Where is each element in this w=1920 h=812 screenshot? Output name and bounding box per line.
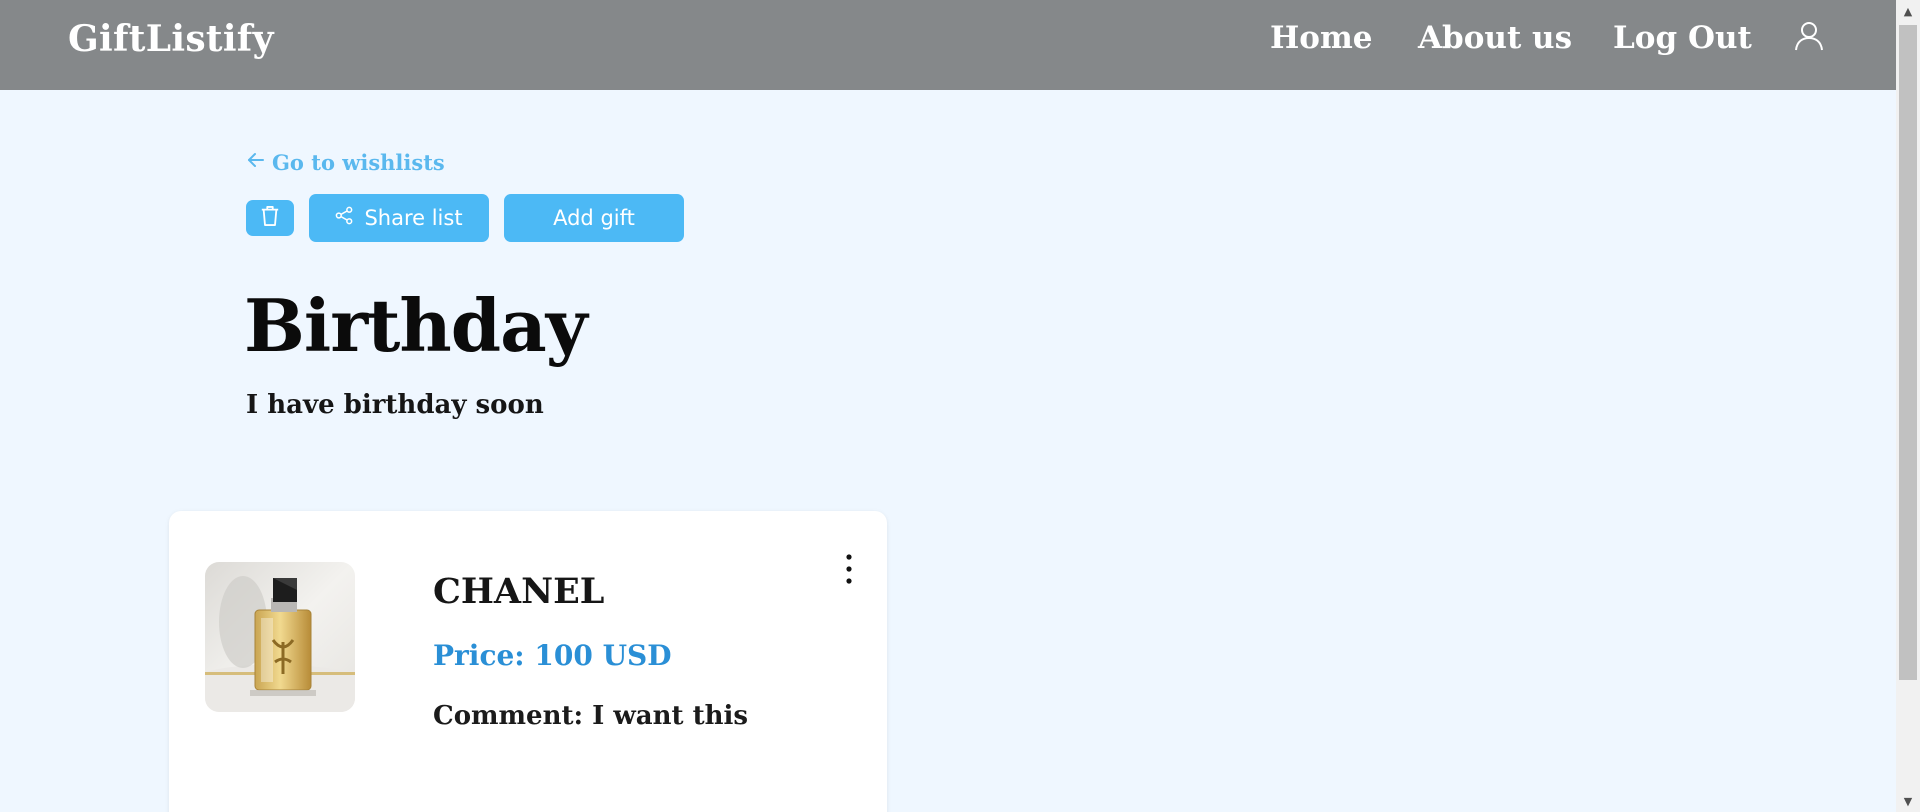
gift-name: CHANEL xyxy=(433,571,605,612)
share-list-label: Share list xyxy=(364,206,463,230)
user-icon[interactable] xyxy=(1794,20,1824,52)
top-navbar: GiftListify Home About us Log Out xyxy=(0,0,1896,90)
nav-about-link[interactable]: About us xyxy=(1418,20,1572,56)
scroll-up-icon[interactable]: ▲ xyxy=(1896,0,1920,22)
go-to-wishlists-link[interactable]: Go to wishlists xyxy=(246,150,445,175)
more-vertical-icon[interactable] xyxy=(841,551,857,587)
share-icon xyxy=(335,206,354,230)
scroll-down-icon[interactable]: ▼ xyxy=(1896,790,1920,812)
vertical-scrollbar[interactable]: ▲ ▼ xyxy=(1896,0,1920,812)
share-list-button[interactable]: Share list xyxy=(309,194,489,242)
brand-logo[interactable]: GiftListify xyxy=(68,18,274,60)
wishlist-description: I have birthday soon xyxy=(246,390,544,420)
scrollbar-thumb[interactable] xyxy=(1899,25,1917,680)
gift-card[interactable]: CHANEL Price: 100 USD Comment: I want th… xyxy=(169,511,887,812)
perfume-bottle-image xyxy=(205,562,355,712)
delete-list-button[interactable] xyxy=(246,200,294,236)
trash-icon xyxy=(260,205,280,232)
arrow-left-icon xyxy=(246,150,266,175)
nav-logout-link[interactable]: Log Out xyxy=(1613,20,1752,56)
page: GiftListify Home About us Log Out Go to … xyxy=(0,0,1920,812)
add-gift-button[interactable]: Add gift xyxy=(504,194,684,242)
add-gift-label: Add gift xyxy=(553,206,635,230)
nav-home-link[interactable]: Home xyxy=(1270,20,1373,56)
gift-comment: Comment: I want this xyxy=(433,701,748,731)
gift-price: Price: 100 USD xyxy=(433,639,672,672)
wishlist-title: Birthday xyxy=(244,283,588,368)
go-to-wishlists-label: Go to wishlists xyxy=(272,150,445,175)
